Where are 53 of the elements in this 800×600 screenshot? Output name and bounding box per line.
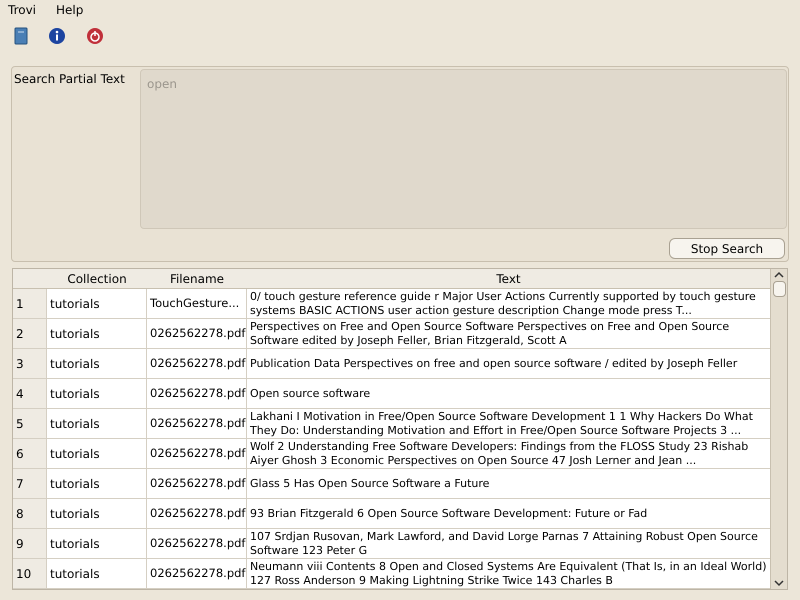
table-cell: tutorials <box>47 499 147 528</box>
column-header[interactable]: Text <box>247 270 770 288</box>
table-cell-text: 93 Brian Fitzgerald 6 Open Source Software Development: Future or Fad <box>249 506 648 522</box>
table-cell: 0262562278.pdf <box>147 349 247 378</box>
table-cell: tutorials <box>47 379 147 408</box>
scroll-down-icon[interactable] <box>774 579 784 587</box>
table-cell: 0262562278.pdf <box>147 409 247 438</box>
table-cell: 0262562278.pdf <box>147 439 247 468</box>
table-cell: tutorials <box>47 559 147 588</box>
row-number: 3 <box>13 349 47 378</box>
table-cell: 0262562278.pdf <box>147 319 247 348</box>
table-cell-text: Wolf 2 Understanding Free Software Developers: Findings from the FLOSS Study 23 Rishab Aiyer Ghosh 3 Economic Perspectives on Open Source 47 Josh Lerner and Jean ... <box>249 439 750 468</box>
table-cell-text: Glass 5 Has Open Source Software a Future <box>249 476 490 492</box>
menu-item[interactable]: Trovi <box>8 1 36 19</box>
search-label: Search Partial Text <box>13 71 126 88</box>
row-number: 5 <box>13 409 47 438</box>
row-number: 6 <box>13 439 47 468</box>
table-cell: tutorials <box>47 469 147 498</box>
menu-item[interactable]: Help <box>56 1 84 19</box>
row-number: 10 <box>13 559 47 588</box>
table-cell-text: Open source software <box>249 386 372 402</box>
quit-icon[interactable] <box>86 27 104 45</box>
row-number: 9 <box>13 529 47 558</box>
table-cell-text: Publication Data Perspectives on free and open source software / edited by Joseph Feller <box>249 356 738 372</box>
table-cell: tutorials <box>47 439 147 468</box>
scroll-up-icon[interactable] <box>774 271 784 279</box>
scrollbar[interactable] <box>770 269 787 589</box>
row-number: 7 <box>13 469 47 498</box>
table-cell-text: 0/ touch gesture reference guide r Major User Actions Currently supported by touch gesture systems BASIC ACTIONS user action gesture description Change mode press T... <box>249 289 757 318</box>
column-header[interactable]: Filename <box>147 270 247 288</box>
row-number: 4 <box>13 379 47 408</box>
table-cell-text: 107 Srdjan Rusovan, Mark Lawford, and David Lorge Parnas 7 Attaining Robust Open Source Software 123 Peter G <box>249 529 759 558</box>
table-cell: 0262562278.pdf <box>147 469 247 498</box>
table-cell: tutorials <box>47 289 147 318</box>
table-cell: TouchGesture... <box>147 289 247 318</box>
table-cell-text: Perspectives on Free and Open Source Software Perspectives on Free and Open Source Software edited by Joseph Feller, Brian Fitzgerald, Scott A <box>249 319 730 348</box>
row-number: 2 <box>13 319 47 348</box>
info-icon[interactable] <box>48 27 66 45</box>
row-number: 1 <box>13 289 47 318</box>
table-cell: 0262562278.pdf <box>147 529 247 558</box>
row-number: 8 <box>13 499 47 528</box>
table-cell: 0262562278.pdf <box>147 559 247 588</box>
table-cell: tutorials <box>47 529 147 558</box>
table-cell: tutorials <box>47 319 147 348</box>
table-cell: tutorials <box>47 349 147 378</box>
table-cell-text: Neumann viii Contents 8 Open and Closed Systems Are Equivalent (That Is, in an Ideal World) 127 Ross Anderson 9 Making Lightning Strike Twice 143 Charles B <box>249 559 768 588</box>
column-header[interactable]: Collection <box>47 270 147 288</box>
book-icon[interactable] <box>14 27 28 45</box>
table-cell-text: Lakhani I Motivation in Free/Open Source Software Development 1 1 Why Hackers Do What They Do: Understanding Motivation and Effort in Free/Open Source Software Projects 3 ... <box>249 409 754 438</box>
scroll-thumb[interactable] <box>772 281 786 297</box>
table-cell: 0262562278.pdf <box>147 379 247 408</box>
table-cell: 0262562278.pdf <box>147 499 247 528</box>
table-cell: tutorials <box>47 409 147 438</box>
